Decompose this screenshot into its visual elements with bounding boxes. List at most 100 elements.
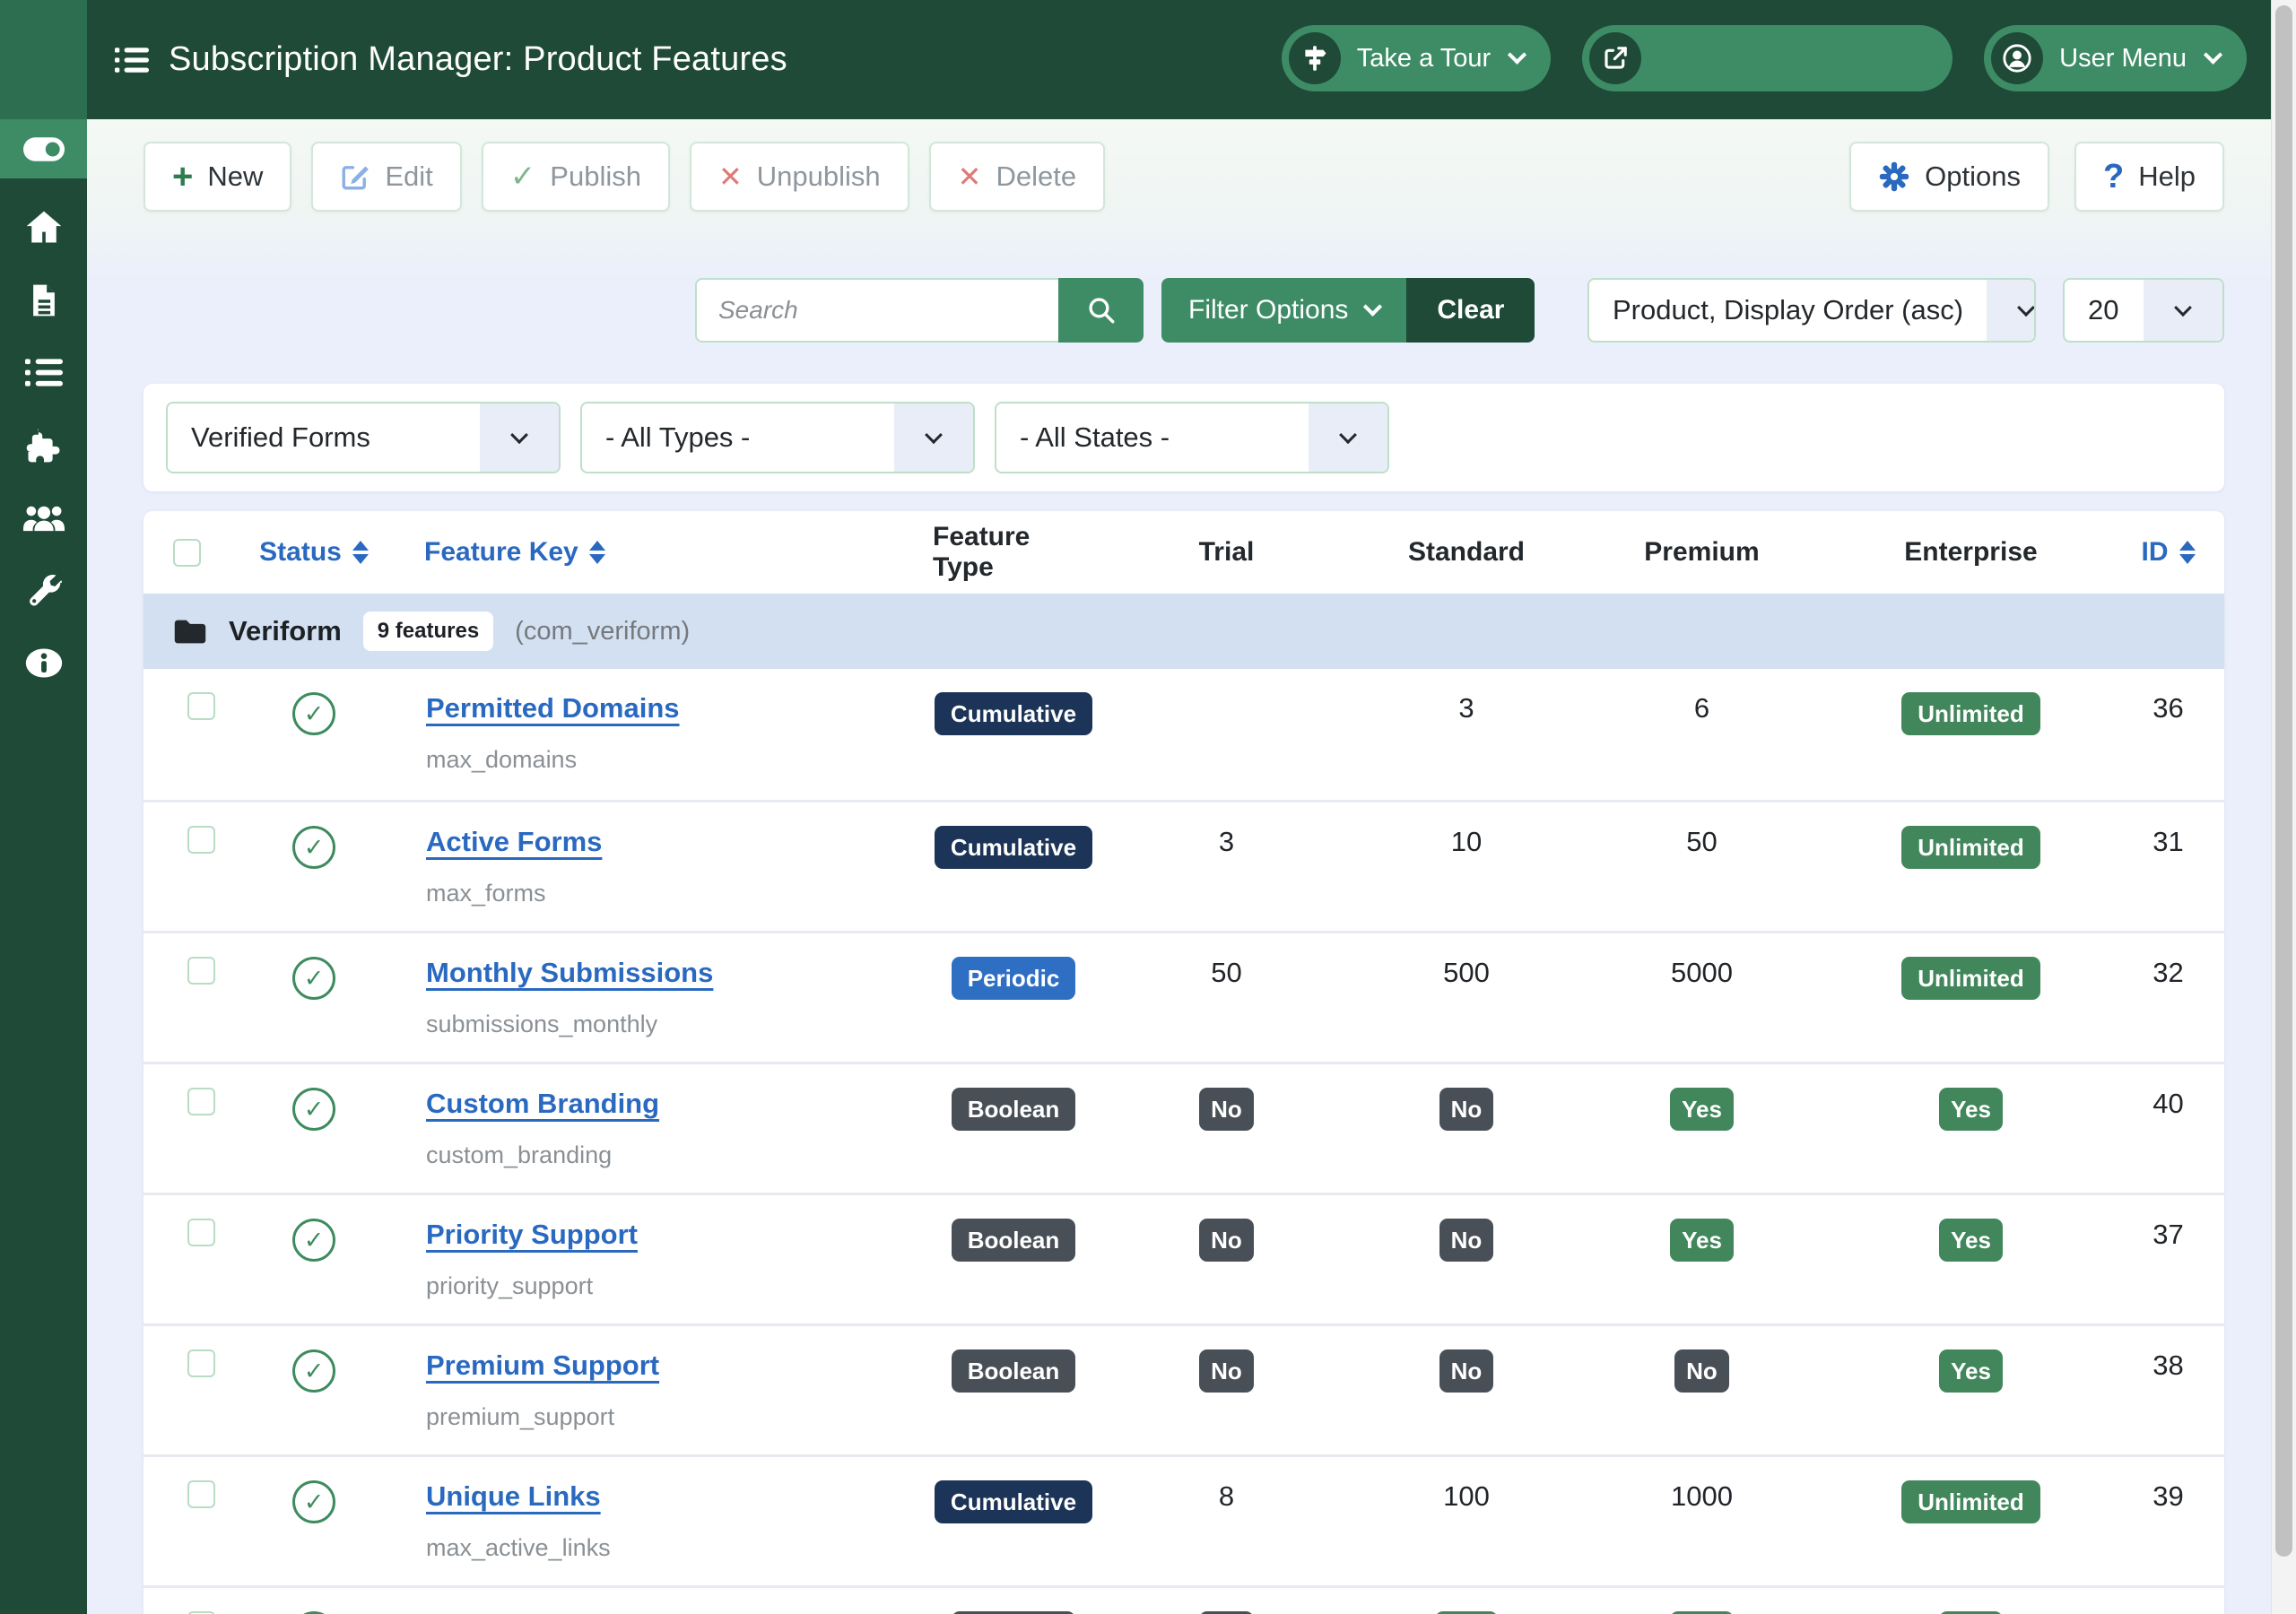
unpublish-button[interactable]: ✕ Unpublish bbox=[690, 142, 909, 212]
standard-value: 10 bbox=[1451, 826, 1482, 858]
id-value: 31 bbox=[2152, 826, 2183, 858]
page-size-value: 20 bbox=[2065, 294, 2144, 326]
options-label: Options bbox=[1925, 161, 2021, 193]
chevron-down-icon bbox=[1508, 45, 1526, 64]
premium-badge: Yes bbox=[1670, 1219, 1734, 1262]
scrollbar-thumb[interactable] bbox=[2275, 5, 2292, 1557]
feature-type-badge: Boolean bbox=[952, 1349, 1076, 1393]
id-value: 40 bbox=[2152, 1088, 2183, 1120]
sort-icon bbox=[2179, 541, 2196, 564]
preview-site-button[interactable] bbox=[1582, 25, 1952, 91]
row-checkbox[interactable] bbox=[187, 1088, 215, 1115]
state-filter-select[interactable]: - All States - bbox=[995, 402, 1389, 473]
row-checkbox[interactable] bbox=[187, 826, 215, 854]
users-icon bbox=[23, 502, 65, 534]
check-icon: ✓ bbox=[510, 159, 536, 195]
list-icon bbox=[25, 358, 63, 387]
column-header-id[interactable]: ID bbox=[2112, 537, 2224, 568]
search-icon bbox=[1086, 295, 1117, 325]
feature-key: priority_support bbox=[426, 1272, 593, 1300]
trial-value: 8 bbox=[1219, 1480, 1234, 1513]
feature-key: submissions_monthly bbox=[426, 1011, 657, 1038]
column-header-feature-key[interactable]: Feature Key bbox=[399, 537, 933, 568]
published-status-icon[interactable]: ✓ bbox=[292, 957, 335, 1000]
filter-options-button[interactable]: Filter Options bbox=[1161, 278, 1406, 343]
type-filter-value: - All Types - bbox=[582, 421, 894, 454]
chevron-down-icon bbox=[1363, 297, 1382, 316]
sidebar-toggle-item[interactable] bbox=[0, 119, 87, 178]
table-row: ✓ Unique Links max_active_links Cumulati… bbox=[144, 1454, 2224, 1585]
feature-type-badge: Cumulative bbox=[935, 1480, 1092, 1523]
published-status-icon[interactable]: ✓ bbox=[292, 692, 335, 735]
feature-link[interactable]: Monthly Submissions bbox=[426, 957, 713, 989]
user-menu-button[interactable]: User Menu bbox=[1984, 25, 2247, 91]
search-input[interactable] bbox=[695, 278, 1058, 343]
product-filter-select[interactable]: Verified Forms bbox=[166, 402, 561, 473]
vertical-scrollbar[interactable] bbox=[2271, 0, 2296, 1614]
row-checkbox[interactable] bbox=[187, 1219, 215, 1246]
wrench-icon bbox=[26, 573, 62, 609]
state-filter-value: - All States - bbox=[996, 421, 1309, 454]
search-button[interactable] bbox=[1058, 278, 1144, 343]
toggle-icon bbox=[23, 137, 65, 161]
published-status-icon[interactable]: ✓ bbox=[292, 826, 335, 869]
home-icon bbox=[24, 208, 64, 247]
x-icon: ✕ bbox=[718, 160, 743, 194]
column-header-trial: Trial bbox=[1094, 537, 1359, 568]
published-status-icon[interactable]: ✓ bbox=[292, 1480, 335, 1523]
sidebar-item-info[interactable] bbox=[0, 627, 87, 699]
id-value: 37 bbox=[2152, 1219, 2183, 1251]
select-all-checkbox[interactable] bbox=[173, 539, 201, 567]
premium-value: 50 bbox=[1686, 826, 1717, 858]
sidebar-item-home[interactable] bbox=[0, 191, 87, 264]
published-status-icon[interactable]: ✓ bbox=[292, 1219, 335, 1262]
column-header-feature-type: Feature Type bbox=[933, 522, 1094, 583]
search-row: Filter Options Clear Product, Display Or… bbox=[87, 278, 2271, 343]
feature-key: premium_support bbox=[426, 1403, 614, 1431]
take-a-tour-button[interactable]: Take a Tour bbox=[1282, 25, 1551, 91]
feature-link[interactable]: Permitted Domains bbox=[426, 692, 680, 725]
feature-link[interactable]: Premium Support bbox=[426, 1349, 659, 1382]
type-filter-select[interactable]: - All Types - bbox=[580, 402, 975, 473]
row-checkbox[interactable] bbox=[187, 692, 215, 720]
column-header-status[interactable]: Status bbox=[229, 537, 399, 568]
published-status-icon[interactable]: ✓ bbox=[292, 1349, 335, 1393]
sidebar-item-users[interactable] bbox=[0, 482, 87, 554]
page-title: Subscription Manager: Product Features bbox=[169, 40, 787, 79]
unpublish-label: Unpublish bbox=[757, 161, 881, 193]
chevron-down-icon bbox=[480, 404, 559, 472]
publish-button[interactable]: ✓ Publish bbox=[482, 142, 670, 212]
table-row-partial: ✓ Boolean No Yes Yes Yes bbox=[144, 1585, 2224, 1614]
options-button[interactable]: Options bbox=[1849, 142, 2049, 212]
enterprise-badge: Unlimited bbox=[1901, 692, 2039, 735]
sort-select-value: Product, Display Order (asc) bbox=[1589, 294, 1987, 326]
clear-button[interactable]: Clear bbox=[1406, 278, 1535, 343]
id-value: 36 bbox=[2152, 692, 2183, 725]
chevron-down-icon bbox=[1987, 280, 2036, 341]
feature-key: max_forms bbox=[426, 880, 546, 907]
delete-button[interactable]: ✕ Delete bbox=[929, 142, 1105, 212]
user-menu-label: User Menu bbox=[2059, 44, 2187, 74]
feature-link[interactable]: Unique Links bbox=[426, 1480, 601, 1513]
new-button[interactable]: + New bbox=[144, 142, 291, 212]
feature-key: max_active_links bbox=[426, 1534, 611, 1562]
column-header-enterprise: Enterprise bbox=[1830, 537, 2112, 568]
feature-link[interactable]: Active Forms bbox=[426, 826, 602, 858]
sort-select[interactable]: Product, Display Order (asc) bbox=[1587, 278, 2036, 343]
sidebar-item-list[interactable] bbox=[0, 336, 87, 409]
sidebar-item-tools[interactable] bbox=[0, 554, 87, 627]
row-checkbox[interactable] bbox=[187, 1480, 215, 1508]
published-status-icon[interactable]: ✓ bbox=[292, 1088, 335, 1131]
puzzle-icon bbox=[25, 427, 63, 464]
feature-type-badge: Boolean bbox=[952, 1219, 1076, 1262]
feature-link[interactable]: Custom Branding bbox=[426, 1088, 659, 1120]
sidebar-item-document[interactable] bbox=[0, 264, 87, 336]
feature-link[interactable]: Priority Support bbox=[426, 1219, 638, 1251]
edit-button[interactable]: Edit bbox=[311, 142, 461, 212]
chevron-down-icon bbox=[894, 404, 973, 472]
row-checkbox[interactable] bbox=[187, 957, 215, 985]
sidebar-item-extensions[interactable] bbox=[0, 409, 87, 482]
row-checkbox[interactable] bbox=[187, 1349, 215, 1377]
page-size-select[interactable]: 20 bbox=[2063, 278, 2224, 343]
help-button[interactable]: ? Help bbox=[2074, 142, 2224, 212]
